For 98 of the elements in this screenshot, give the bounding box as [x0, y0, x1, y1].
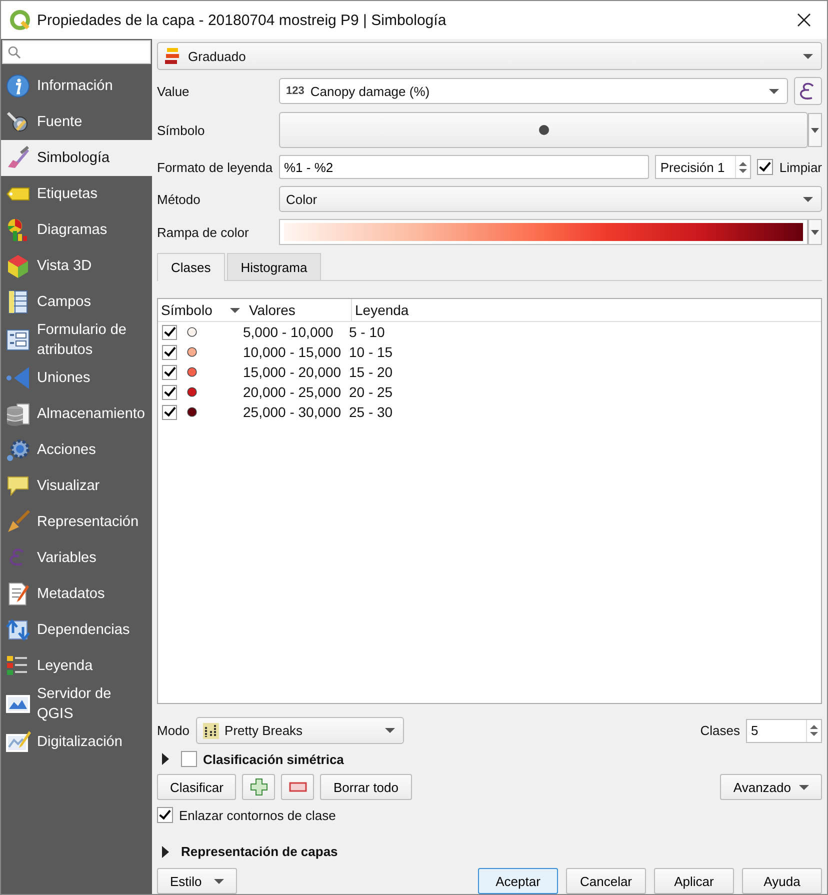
plus-icon	[250, 778, 268, 796]
link-bounds-checkbox[interactable]	[157, 807, 173, 823]
form-icon	[5, 327, 31, 353]
add-class-button[interactable]	[242, 774, 276, 800]
field-label: Formato de leyenda	[157, 160, 273, 174]
field-label: Método	[157, 192, 202, 206]
database-icon	[5, 401, 31, 427]
sidebar-item[interactable]: Simbología	[1, 140, 152, 176]
info-icon	[5, 73, 31, 99]
sidebar-item[interactable]: Uniones	[1, 360, 152, 396]
point-symbol-icon	[538, 125, 548, 135]
paintbrush-icon	[5, 145, 31, 171]
gear-icon	[5, 437, 31, 463]
color-ramp-menu-button[interactable]	[808, 219, 822, 245]
remove-class-button[interactable]	[281, 774, 314, 800]
field-label: Value	[157, 84, 190, 98]
clear-all-button[interactable]: Borrar todo	[320, 774, 412, 800]
row-checkbox[interactable]	[162, 384, 177, 400]
row-checkbox[interactable]	[162, 324, 177, 340]
symbol-menu-button[interactable]	[808, 113, 822, 147]
map-pencil-icon	[5, 729, 31, 755]
tab[interactable]: Histograma	[226, 253, 322, 280]
sidebar-item[interactable]: Digitalización	[1, 724, 152, 760]
sidebar-item[interactable]: Almacenamiento	[1, 396, 152, 432]
expand-arrow-icon[interactable]	[162, 846, 169, 858]
tab[interactable]: Clases	[157, 253, 225, 281]
row-checkbox[interactable]	[162, 344, 177, 360]
sidebar-item[interactable]: Servidor de QGIS	[1, 684, 152, 724]
window-title: Propiedades de la capa - 20180704 mostreig P9 | Simbología	[37, 12, 448, 28]
table-cell-text: 10,000 - 15,000	[243, 344, 342, 360]
section-title: Clasificación simétrica	[203, 752, 344, 766]
sidebar-item[interactable]: Información	[1, 68, 152, 104]
dialog-button[interactable]: Aceptar	[478, 868, 558, 894]
sidebar-item[interactable]: Vista 3D	[1, 248, 152, 284]
row-checkbox[interactable]	[162, 404, 177, 420]
precision-spinbox[interactable]: Precisión 1	[655, 155, 752, 179]
value-field-dropdown[interactable]: 123 Canopy damage (%)	[279, 78, 788, 104]
field-label: Clases	[700, 723, 740, 738]
table-cell-text: 5,000 - 10,000	[243, 324, 334, 340]
graduated-icon	[164, 47, 182, 65]
close-icon	[797, 13, 811, 27]
trim-checkbox[interactable]	[757, 159, 774, 175]
mode-dropdown[interactable]: Pretty Breaks	[196, 717, 404, 744]
color-ramp-button[interactable]	[279, 219, 808, 245]
field-label: Símbolo	[157, 122, 206, 138]
search-field[interactable]	[2, 40, 151, 64]
minus-icon	[288, 782, 307, 792]
classes-spinbox[interactable]: 5	[746, 718, 822, 742]
table-cell: 5 - 10	[349, 324, 385, 340]
table-cell: 15 - 20	[349, 364, 393, 380]
table-cell: 25 - 30	[349, 404, 393, 420]
table-cell: 20 - 25	[349, 384, 393, 400]
sidebar-item[interactable]: Visualizar	[1, 468, 152, 504]
column-header[interactable]: Valores	[246, 299, 352, 321]
sidebar-item[interactable]: Formulario de atributos	[1, 320, 152, 360]
sidebar-item[interactable]: Etiquetas	[1, 176, 152, 212]
dialog-button[interactable]: Cancelar	[566, 868, 646, 894]
column-header[interactable]: Leyenda	[352, 299, 409, 321]
app-logo-icon	[9, 9, 31, 31]
method-dropdown[interactable]: Color	[279, 186, 822, 212]
join-icon	[5, 365, 31, 391]
checkbox-label: Enlazar contornos de clase	[179, 808, 336, 822]
section-title: Representación de capas	[181, 844, 338, 859]
row-checkbox[interactable]	[162, 364, 177, 380]
histogram-icon	[202, 722, 219, 738]
sidebar-item[interactable]: Metadatos	[1, 576, 152, 612]
sidebar-item[interactable]: Representación	[1, 504, 152, 540]
search-icon	[8, 46, 21, 58]
expression-button[interactable]	[794, 77, 822, 105]
style-button[interactable]: Estilo	[157, 868, 237, 894]
symmetric-checkbox[interactable]	[181, 751, 197, 767]
dialog-button[interactable]: Aplicar	[654, 868, 734, 894]
sort-caret-icon	[230, 308, 240, 312]
sidebar-item[interactable]: Dependencias	[1, 612, 152, 648]
epsilon-icon	[800, 82, 816, 100]
field-label: Rampa de color	[157, 224, 250, 240]
checkbox-label: Limpiar	[779, 160, 822, 174]
table-cell: 10 - 15	[349, 344, 393, 360]
cube-icon	[5, 253, 31, 279]
table-cell-text: 15,000 - 20,000	[243, 364, 342, 380]
sidebar-item[interactable]: Leyenda	[1, 648, 152, 684]
field-label: Modo	[157, 723, 190, 738]
table-cell-text: 25,000 - 30,000	[243, 404, 342, 420]
dialog-button[interactable]: Ayuda	[742, 868, 822, 894]
table-cell-text: 20,000 - 25,000	[243, 384, 342, 400]
sidebar-item[interactable]: Campos	[1, 284, 152, 320]
refresh-arrows-icon	[5, 617, 31, 643]
legend-format-input[interactable]: %1 - %2	[279, 155, 650, 179]
sidebar-item[interactable]: Diagramas	[1, 212, 152, 248]
column-header[interactable]: Símbolo	[158, 299, 230, 321]
renderer-dropdown[interactable]: Graduado	[157, 42, 822, 70]
classify-button[interactable]: Clasificar	[157, 774, 236, 800]
sidebar-item[interactable]: Acciones	[1, 432, 152, 468]
sidebar-item[interactable]: Fuente	[1, 104, 152, 140]
sidebar-item[interactable]: Variables	[1, 540, 152, 576]
advanced-button[interactable]: Avanzado	[720, 774, 822, 800]
brush-icon	[5, 509, 31, 535]
expand-arrow-icon[interactable]	[162, 753, 169, 765]
